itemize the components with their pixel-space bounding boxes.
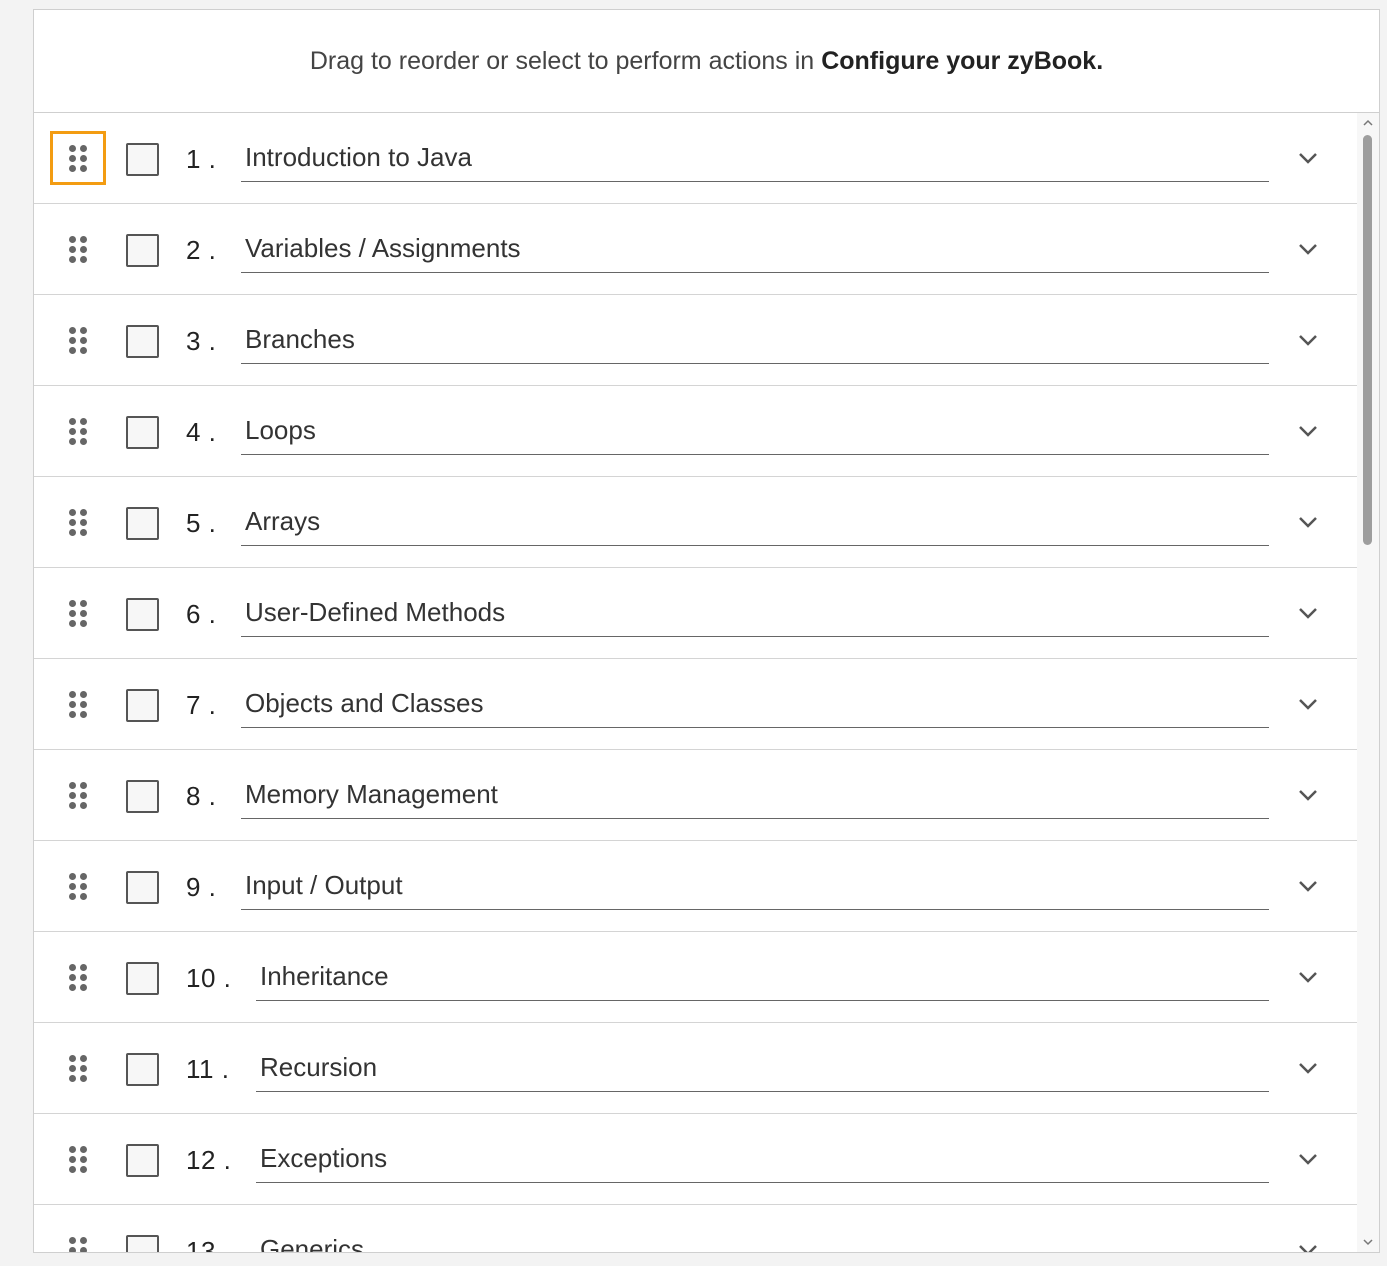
drag-handle-icon[interactable] <box>50 222 106 276</box>
chapter-title-field[interactable]: Memory Management <box>241 772 1269 819</box>
instructions-banner: Drag to reorder or select to perform act… <box>34 10 1379 113</box>
chapter-row: 6 . User-Defined Methods <box>34 568 1358 659</box>
chevron-down-icon[interactable] <box>1295 327 1321 353</box>
chevron-down-icon[interactable] <box>1295 782 1321 808</box>
chapter-title-field[interactable]: Input / Output <box>241 863 1269 910</box>
configure-link-text: Configure your zyBook. <box>821 46 1104 75</box>
chapter-title-field[interactable]: Loops <box>241 408 1269 455</box>
scroll-up-icon[interactable] <box>1362 117 1374 129</box>
chapter-number: 8 . <box>186 781 217 811</box>
chapter-checkbox[interactable] <box>126 1235 159 1252</box>
chapter-checkbox[interactable] <box>126 416 159 449</box>
chapter-checkbox[interactable] <box>126 143 159 176</box>
chapter-checkbox[interactable] <box>126 689 159 722</box>
drag-handle-icon[interactable] <box>50 131 106 185</box>
chevron-down-icon[interactable] <box>1295 236 1321 262</box>
chapter-row: 13 . Generics <box>34 1205 1358 1252</box>
chapter-title-field[interactable]: Branches <box>241 317 1269 364</box>
chapter-checkbox[interactable] <box>126 598 159 631</box>
chapter-checkbox[interactable] <box>126 507 159 540</box>
drag-handle-icon[interactable] <box>50 1223 106 1252</box>
chapter-number: 9 . <box>186 872 217 902</box>
chapter-number: 11 . <box>186 1054 230 1084</box>
chapter-title-field[interactable]: Objects and Classes <box>241 681 1269 728</box>
chapter-row: 10 . Inheritance <box>34 932 1358 1023</box>
scroll-down-icon[interactable] <box>1362 1236 1374 1248</box>
chevron-down-icon[interactable] <box>1295 1146 1321 1172</box>
chapter-title-field[interactable]: Variables / Assignments <box>241 226 1269 273</box>
chapter-number: 6 . <box>186 599 217 629</box>
chapter-checkbox[interactable] <box>126 1144 159 1177</box>
chapter-number: 5 . <box>186 508 217 538</box>
chapter-row: 4 . Loops <box>34 386 1358 477</box>
chevron-down-icon[interactable] <box>1295 600 1321 626</box>
chapter-row: 3 . Branches <box>34 295 1358 386</box>
drag-handle-icon[interactable] <box>50 313 106 367</box>
chapter-number: 13 . <box>186 1236 232 1252</box>
drag-handle-icon[interactable] <box>50 1132 106 1186</box>
chapter-checkbox[interactable] <box>126 962 159 995</box>
chevron-down-icon[interactable] <box>1295 509 1321 535</box>
chapter-number: 10 . <box>186 963 232 993</box>
drag-handle-icon[interactable] <box>50 768 106 822</box>
drag-handle-icon[interactable] <box>50 1041 106 1095</box>
chapter-title-field[interactable]: User-Defined Methods <box>241 590 1269 637</box>
chapter-number: 4 . <box>186 417 217 447</box>
chapter-row: 12 . Exceptions <box>34 1114 1358 1205</box>
chapter-title-field[interactable]: Inheritance <box>256 954 1269 1001</box>
chapter-row: 8 . Memory Management <box>34 750 1358 841</box>
drag-handle-icon[interactable] <box>50 495 106 549</box>
chapter-checkbox[interactable] <box>126 780 159 813</box>
chapter-title-field[interactable]: Introduction to Java <box>241 135 1269 182</box>
chevron-down-icon[interactable] <box>1295 691 1321 717</box>
chevron-down-icon[interactable] <box>1295 418 1321 444</box>
chapter-list-viewport: 1 . Introduction to Java 2 . Variables / As… <box>34 113 1379 1252</box>
chapter-checkbox[interactable] <box>126 871 159 904</box>
chapter-number: 3 . <box>186 326 217 356</box>
chapter-row: 1 . Introduction to Java <box>34 113 1358 204</box>
chevron-down-icon[interactable] <box>1295 1055 1321 1081</box>
chapter-row: 7 . Objects and Classes <box>34 659 1358 750</box>
chapter-config-panel: Drag to reorder or select to perform act… <box>33 9 1380 1253</box>
chapter-checkbox[interactable] <box>126 234 159 267</box>
instructions-text: Drag to reorder or select to perform act… <box>309 46 815 75</box>
chapter-row: 9 . Input / Output <box>34 841 1358 932</box>
chapter-checkbox[interactable] <box>126 325 159 358</box>
drag-handle-icon[interactable] <box>50 677 106 731</box>
chapter-number: 12 . <box>186 1145 232 1175</box>
chapter-number: 7 . <box>186 690 217 720</box>
chapter-row: 11 . Recursion <box>34 1023 1358 1114</box>
chapter-row: 5 . Arrays <box>34 477 1358 568</box>
chapter-title-field[interactable]: Arrays <box>241 499 1269 546</box>
scroll-thumb[interactable] <box>1363 135 1372 545</box>
chapter-title-field[interactable]: Exceptions <box>256 1136 1269 1183</box>
drag-handle-icon[interactable] <box>50 950 106 1004</box>
chapter-list: 1 . Introduction to Java 2 . Variables / As… <box>34 113 1358 1252</box>
chevron-down-icon[interactable] <box>1295 1237 1321 1252</box>
chapter-number: 1 . <box>186 144 217 174</box>
chevron-down-icon[interactable] <box>1295 145 1321 171</box>
chevron-down-icon[interactable] <box>1295 964 1321 990</box>
chapter-title-field[interactable]: Recursion <box>256 1045 1269 1092</box>
drag-handle-icon[interactable] <box>50 586 106 640</box>
chapter-checkbox[interactable] <box>126 1053 159 1086</box>
chapter-row: 2 . Variables / Assignments <box>34 204 1358 295</box>
chevron-down-icon[interactable] <box>1295 873 1321 899</box>
drag-handle-icon[interactable] <box>50 404 106 458</box>
chapter-number: 2 . <box>186 235 217 265</box>
drag-handle-icon[interactable] <box>50 859 106 913</box>
chapter-title-field[interactable]: Generics <box>256 1227 1269 1252</box>
scrollbar[interactable] <box>1357 113 1379 1252</box>
